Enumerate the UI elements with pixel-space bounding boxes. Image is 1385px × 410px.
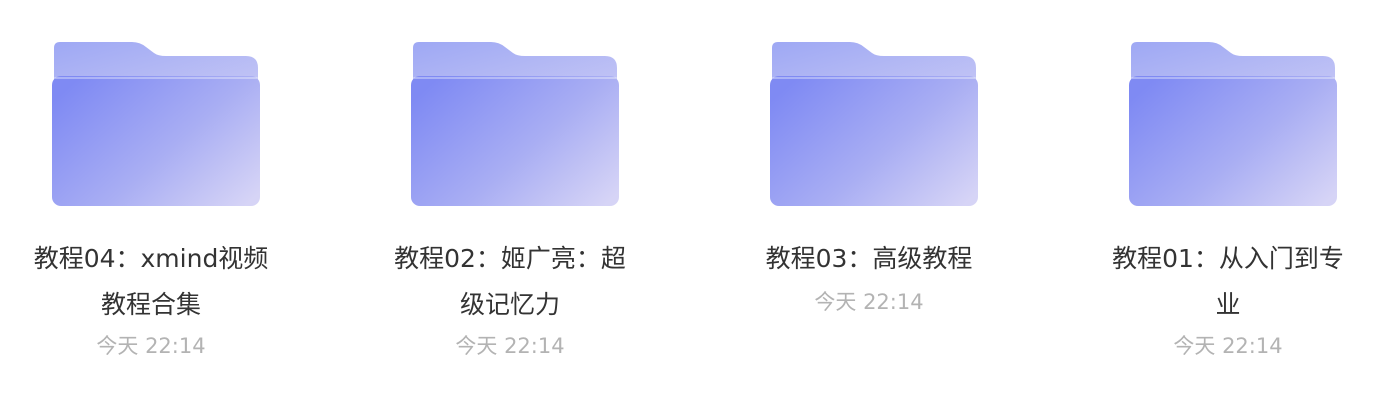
- file-grid: 教程04：xmind视频教程合集 今天 22:14 教程02：姬广亮：超级记忆力…: [0, 0, 1385, 410]
- folder-name: 教程04：xmind视频教程合集: [33, 244, 269, 319]
- folder-item[interactable]: 教程01：从入门到专业 今天 22:14: [1108, 0, 1348, 400]
- folder-name: 教程01：从入门到专业: [1112, 244, 1344, 319]
- folder-modified-time: 今天 22:14: [96, 334, 206, 358]
- folder-item[interactable]: 教程03：高级教程 今天 22:14: [749, 0, 989, 400]
- folder-modified-time: 今天 22:14: [455, 334, 565, 358]
- folder-icon[interactable]: [1127, 38, 1339, 210]
- folder-icon[interactable]: [409, 38, 621, 210]
- folder-modified-time: 今天 22:14: [1173, 334, 1283, 358]
- folder-icon[interactable]: [768, 38, 980, 210]
- folder-name: 教程03：高级教程: [765, 244, 973, 273]
- folder-name: 教程02：姬广亮：超级记忆力: [394, 244, 626, 319]
- folder-icon[interactable]: [50, 38, 262, 210]
- folder-item[interactable]: 教程04：xmind视频教程合集 今天 22:14: [31, 0, 271, 400]
- folder-item[interactable]: 教程02：姬广亮：超级记忆力 今天 22:14: [390, 0, 630, 400]
- folder-modified-time: 今天 22:14: [814, 290, 924, 314]
